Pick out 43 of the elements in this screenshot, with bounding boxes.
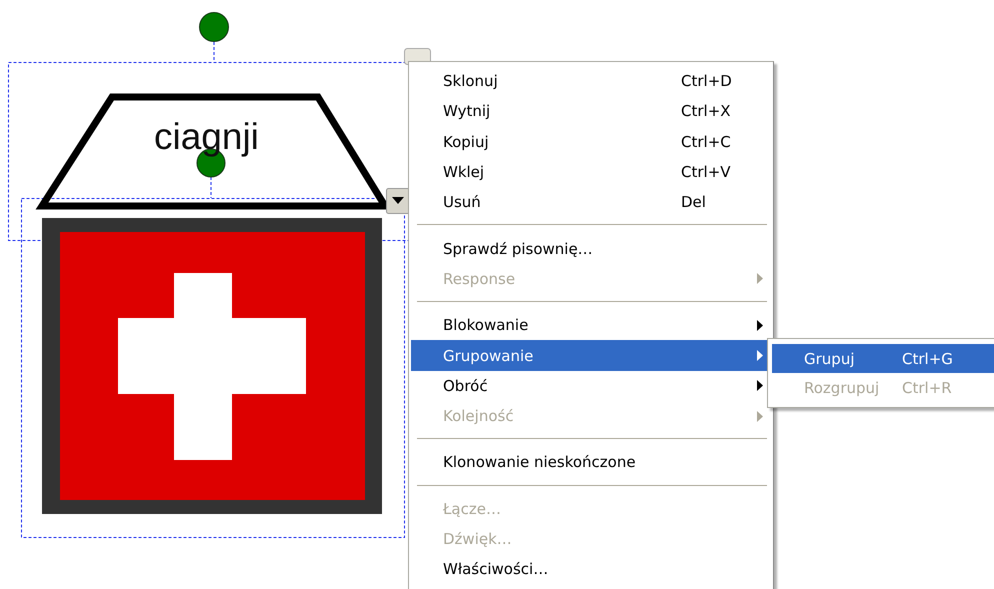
submenu-arrow-icon: [757, 273, 763, 284]
menu-item[interactable]: Usuń Del: [411, 187, 771, 218]
menu-item-label: Sprawdź pisownię…: [443, 240, 593, 258]
menu-item-label: Usuń: [443, 193, 481, 212]
menu-item-label: Blokowanie: [443, 316, 528, 334]
shortcut-label: Del: [681, 193, 706, 212]
submenu-arrow-icon: [757, 320, 763, 331]
shortcut-label: Ctrl+R: [902, 378, 952, 396]
menu-item-label: Łącze…: [443, 500, 501, 518]
menu-item[interactable]: Kopiuj Ctrl+C: [411, 126, 771, 157]
menu-item-label: Właściwości…: [443, 560, 548, 578]
menu-item-label: Wklej: [443, 163, 484, 182]
menu-item[interactable]: Grupuj Ctrl+G: [772, 344, 994, 373]
shortcut-label: Ctrl+D: [681, 72, 732, 90]
menu-item[interactable]: Blokowanie: [411, 310, 771, 340]
menu-item-label: Klonowanie nieskończone: [443, 453, 636, 472]
shortcut-label: Ctrl+C: [681, 132, 731, 151]
dropdown-handle[interactable]: [386, 188, 410, 214]
submenu-arrow-icon: [757, 410, 763, 422]
menu-item[interactable]: Sprawdź pisownię…: [411, 233, 771, 264]
menu-item[interactable]: Wklej Ctrl+V: [411, 156, 771, 188]
shortcut-label: Ctrl+V: [681, 163, 731, 182]
menu-item-label: Grupowanie: [443, 346, 534, 365]
menu-item-label: Kopiuj: [443, 132, 489, 151]
rotate-handle[interactable]: [199, 12, 229, 62]
menu-item-label: Grupuj: [804, 350, 856, 368]
menu-item-label: Dźwięk…: [443, 530, 512, 548]
menu-item[interactable]: Właściwości…: [411, 554, 771, 584]
menu-item[interactable]: Wytnij Ctrl+X: [411, 96, 771, 127]
menu-item-label: Sklonuj: [443, 72, 498, 90]
submenu-arrow-icon: [757, 350, 763, 362]
shortcut-label: Ctrl+G: [902, 350, 953, 368]
menu-item-label: Rozgrupuj: [804, 378, 880, 396]
menu-item-label: Kolejność: [443, 407, 514, 426]
shortcut-label: Ctrl+X: [681, 102, 731, 120]
menu-item-label: Wytnij: [443, 102, 490, 120]
menu-item-label: Obróć: [443, 376, 488, 395]
menu-item-label: Response: [443, 270, 516, 288]
menu-item[interactable]: Obróć: [411, 370, 771, 401]
submenu-arrow-icon: [757, 380, 763, 392]
menu-item[interactable]: Sklonuj Ctrl+D: [411, 66, 771, 96]
menu-item[interactable]: Klonowanie nieskończone: [411, 447, 771, 478]
shape-text: ciagnji: [154, 118, 259, 155]
